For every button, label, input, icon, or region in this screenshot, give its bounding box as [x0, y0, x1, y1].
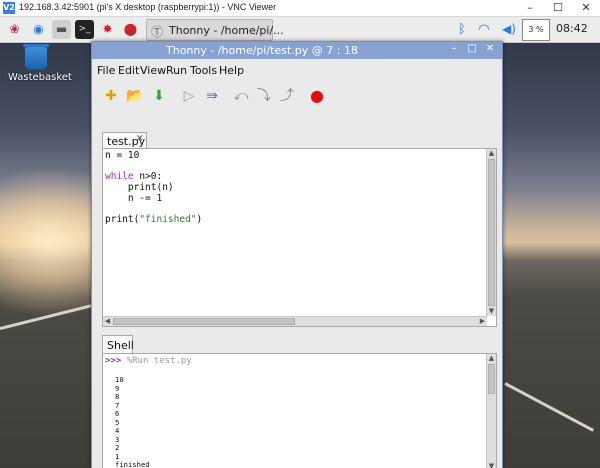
close-button[interactable]: ✕: [572, 0, 600, 16]
wastebasket-label: Wastebasket: [8, 72, 72, 83]
thonny-window-title: Thonny - /home/pi/test.py @ 7 : 18: [166, 44, 358, 57]
vnc-logo-icon: V2: [3, 2, 15, 14]
save-file-button[interactable]: ⬇: [148, 85, 170, 107]
menu-help[interactable]: Help: [219, 64, 244, 77]
menu-tools[interactable]: Tools: [190, 64, 217, 77]
shell-panel[interactable]: >>> %Run test.py 10 9 8 7 6 5 4 3 2 1 fi…: [102, 353, 497, 468]
code-line: n = 10: [105, 150, 140, 161]
shell-output: 10 9 8 7 6 5 4 3 2 1 finished: [115, 375, 150, 468]
shell-prompt: >>>: [105, 356, 122, 366]
output-line: 10: [115, 375, 124, 384]
save-file-icon: ⬇: [153, 88, 165, 104]
taskbar-thonny-label: Thonny - /home/pi/...: [169, 24, 284, 37]
output-line: 5: [115, 417, 120, 427]
new-file-button[interactable]: ✚: [100, 85, 122, 107]
terminal-icon[interactable]: >_: [75, 20, 94, 39]
tab-shell[interactable]: Shell: [102, 335, 134, 354]
file-manager-icon[interactable]: ▬: [52, 20, 71, 39]
thonny-close-button[interactable]: ✕: [483, 43, 497, 54]
editor-code[interactable]: n = 10​while n>0: print(n) n -= 1​print(…: [105, 150, 203, 226]
wastebasket-desktop-icon[interactable]: Wastebasket: [8, 44, 72, 83]
editor-horizontal-scrollbar[interactable]: ◀ ▶: [103, 316, 487, 326]
stop-icon: ●: [310, 86, 324, 105]
scroll-thumb[interactable]: [488, 159, 495, 306]
scroll-down-icon[interactable]: ▼: [487, 307, 496, 316]
menu-run[interactable]: Run: [166, 64, 187, 77]
open-file-icon: 📂: [126, 88, 144, 104]
run-button[interactable]: ▷: [178, 85, 200, 107]
globe-browser-icon[interactable]: ◉: [29, 20, 48, 39]
scroll-thumb[interactable]: [488, 364, 495, 394]
raspberry-menu-icon[interactable]: ❀: [5, 20, 24, 39]
thonny-maximize-button[interactable]: □: [465, 43, 479, 54]
maximize-button[interactable]: ☐: [544, 0, 572, 16]
step-out-button[interactable]: ⤴: [276, 85, 298, 107]
scroll-up-icon[interactable]: ▲: [487, 354, 496, 363]
vnc-viewer-titlebar: V2 192.168.3.42:5901 (pi's X desktop (ra…: [0, 0, 600, 17]
step-out-icon: ⤴: [280, 88, 294, 104]
step-over-button[interactable]: ⤺: [230, 85, 252, 107]
step-into-icon: ⤵: [257, 88, 271, 104]
wallpaper-road-line: [504, 382, 594, 432]
thonny-window: Thonny - /home/pi/test.py @ 7 : 18 – □ ✕…: [91, 41, 503, 468]
output-line: 6: [115, 409, 120, 419]
step-into-button[interactable]: ⤵: [253, 85, 275, 107]
scroll-right-icon[interactable]: ▶: [478, 317, 487, 326]
volume-icon[interactable]: ◀): [502, 20, 516, 39]
vnc-window-title: 192.168.3.42:5901 (pi's X desktop (raspb…: [19, 2, 277, 12]
mathematica-icon[interactable]: ✸: [98, 20, 117, 39]
output-line: 2: [115, 443, 120, 453]
thonny-titlebar[interactable]: Thonny - /home/pi/test.py @ 7 : 18 – □ ✕: [92, 42, 502, 59]
code-line: print("finished"): [105, 214, 203, 226]
remote-desktop: ❀ ◉ ▬ >_ ✸ ⬤ Ⓣ Thonny - /home/pi/... ᛒ ◠…: [0, 17, 600, 468]
step-over-icon: ⤺: [233, 88, 249, 104]
taskbar-thonny-button[interactable]: Ⓣ Thonny - /home/pi/...: [146, 19, 284, 41]
shell-run-command: %Run test.py: [126, 356, 192, 366]
thonny-task-icon: Ⓣ: [151, 25, 164, 39]
bluetooth-icon[interactable]: ᛒ: [458, 20, 466, 39]
output-line: 8: [115, 392, 120, 402]
output-line: finished: [115, 460, 150, 468]
open-file-button[interactable]: 📂: [124, 85, 146, 107]
menu-file[interactable]: File: [97, 64, 115, 77]
new-file-icon: ✚: [105, 88, 117, 104]
scroll-thumb[interactable]: [113, 318, 295, 325]
lxpanel-taskbar: ❀ ◉ ▬ >_ ✸ ⬤ Ⓣ Thonny - /home/pi/... ᛒ ◠…: [0, 17, 600, 43]
wifi-icon[interactable]: ◠: [479, 20, 489, 39]
scroll-left-icon[interactable]: ◀: [103, 317, 112, 326]
cpu-usage-monitor[interactable]: 3 %: [522, 19, 550, 41]
scroll-down-icon[interactable]: ▼: [487, 462, 496, 468]
editor-vertical-scrollbar[interactable]: ▲ ▼: [486, 149, 496, 316]
run-icon: ▷: [183, 88, 195, 104]
output-line: 7: [115, 400, 120, 410]
stop-button[interactable]: ●: [306, 85, 328, 107]
output-line: 4: [115, 426, 120, 436]
shell-vertical-scrollbar[interactable]: ▲ ▼: [486, 354, 496, 468]
output-line: 3: [115, 434, 120, 444]
tab-shell-label: Shell: [107, 339, 134, 352]
keyword-while: while: [105, 171, 134, 183]
string-literal: "finished": [139, 214, 197, 226]
minimize-button[interactable]: –: [516, 0, 544, 16]
clock[interactable]: 08:42: [556, 22, 588, 35]
menu-edit[interactable]: Edit: [118, 64, 139, 77]
output-line: 9: [115, 383, 120, 393]
shell-command-line: >>> %Run test.py: [105, 356, 192, 366]
menu-view[interactable]: View: [140, 64, 166, 77]
debug-icon: ⇛: [206, 88, 218, 104]
scroll-up-icon[interactable]: ▲: [487, 149, 496, 158]
debug-button[interactable]: ⇛: [201, 85, 223, 107]
code-editor[interactable]: n = 10​while n>0: print(n) n -= 1​print(…: [102, 148, 497, 327]
thonny-minimize-button[interactable]: –: [447, 43, 461, 54]
close-tab-icon[interactable]: ✕: [136, 134, 144, 144]
tab-test-py[interactable]: test.py ✕: [102, 132, 147, 149]
wolfram-icon[interactable]: ⬤: [121, 20, 140, 39]
code-line: n -= 1: [105, 192, 163, 204]
trash-icon: [23, 44, 49, 69]
